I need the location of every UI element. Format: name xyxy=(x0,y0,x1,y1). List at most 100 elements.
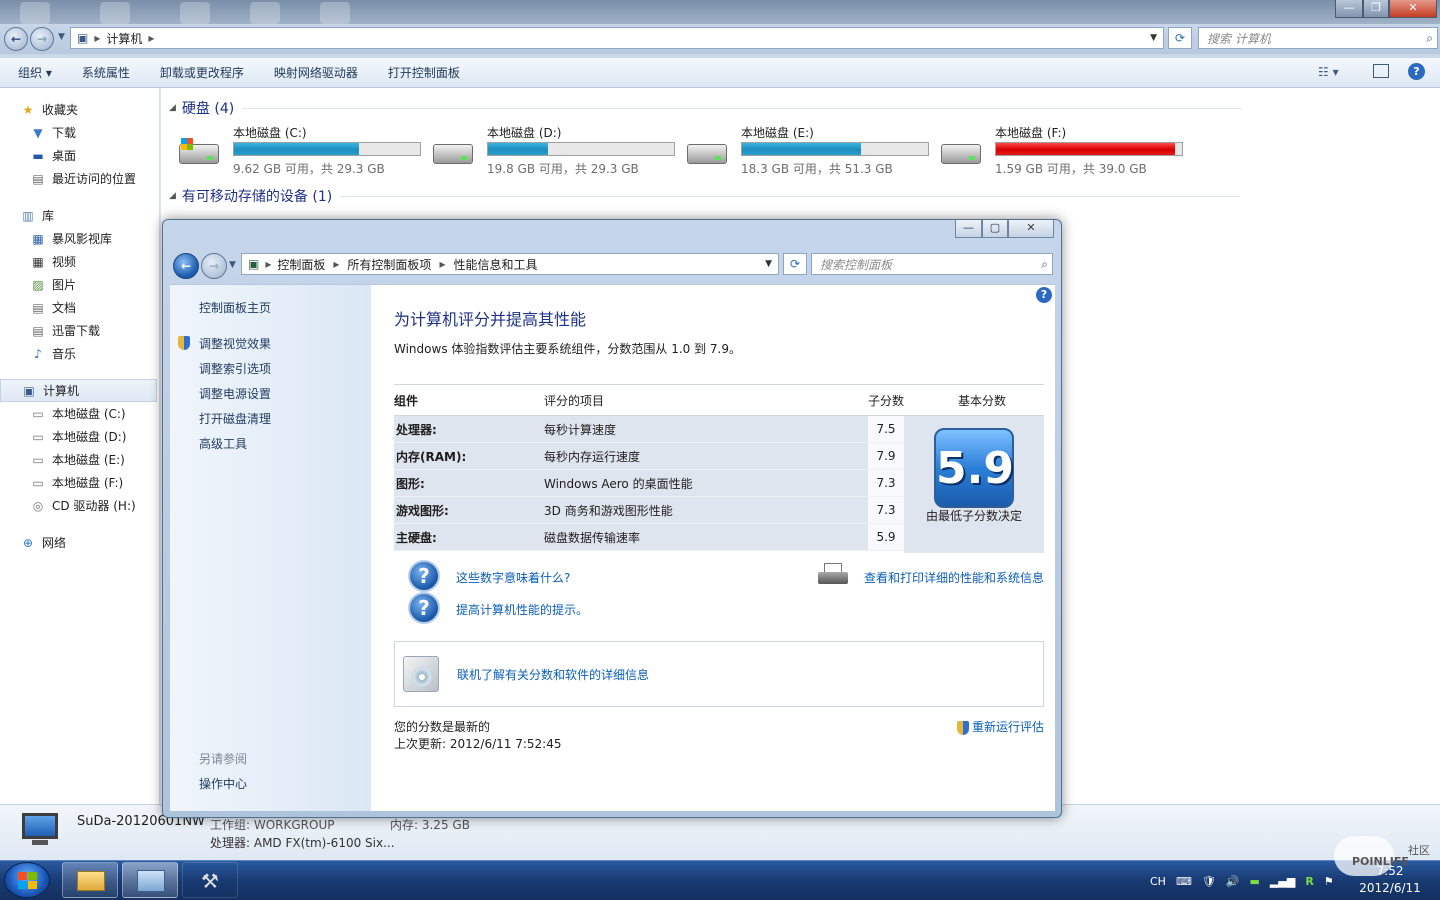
action-center-flag-icon[interactable]: ⚑ xyxy=(1324,875,1334,888)
taskbar-tool-button[interactable]: ⚒ xyxy=(182,862,238,898)
nav-drive-f[interactable]: ▭ 本地磁盘 (F:) xyxy=(0,471,159,494)
minimize-button[interactable]: — xyxy=(1335,0,1363,18)
action-center-link[interactable]: 操作中心 xyxy=(199,775,247,792)
print-details-link[interactable]: 查看和打印详细的性能和系统信息 xyxy=(864,569,1044,586)
cp-close-button[interactable]: ✕ xyxy=(1008,220,1054,238)
cp-forward-button[interactable]: → xyxy=(201,253,227,279)
keyboard-icon[interactable]: ⌨ xyxy=(1176,875,1192,888)
disk-cleanup-link[interactable]: 打开磁盘清理 xyxy=(199,410,271,427)
recent-pages-dropdown[interactable]: ▼ xyxy=(58,32,65,42)
organize-menu[interactable]: 组织 ▾ xyxy=(18,64,52,81)
breadcrumb-separator-icon[interactable]: ▸ xyxy=(333,257,339,271)
back-button[interactable]: ← xyxy=(4,27,28,51)
refresh-button[interactable]: ⟳ xyxy=(1168,27,1192,49)
cp-address-bar[interactable]: ▣ ▸ 控制面板 ▸ 所有控制面板项 ▸ 性能信息和工具 ▼ xyxy=(241,253,779,275)
explorer-search-input[interactable]: 搜索 计算机 ⌕ xyxy=(1198,27,1438,49)
language-indicator[interactable]: CH xyxy=(1150,875,1166,888)
rerun-assessment-label[interactable]: 重新运行评估 xyxy=(972,720,1044,734)
volume-icon[interactable]: 🔊 xyxy=(1226,875,1240,888)
drive-tile[interactable]: 本地磁盘 (F:) 1.59 GB 可用，共 39.0 GB xyxy=(939,124,1189,180)
performance-tips-link[interactable]: 提高计算机性能的提示。 xyxy=(456,601,588,618)
help-icon[interactable]: ? xyxy=(1408,63,1425,80)
removable-group-header[interactable]: ◢ 有可移动存储的设备 (1) xyxy=(169,186,1269,206)
processor: 处理器: AMD FX(tm)-6100 Six... xyxy=(210,836,395,850)
system-properties-button[interactable]: 系统属性 xyxy=(82,64,130,81)
rerun-assessment-button[interactable]: 重新运行评估 xyxy=(957,718,1044,735)
help-icon[interactable]: ? xyxy=(1036,287,1052,303)
hard-disk-group-header[interactable]: ◢ 硬盘 (4) xyxy=(169,98,1269,118)
security-icon[interactable]: 🛡 xyxy=(1202,875,1216,888)
taskbar-explorer-button[interactable] xyxy=(62,862,118,898)
map-network-drive-button[interactable]: 映射网络驱动器 xyxy=(274,64,358,81)
drive-tile[interactable]: 本地磁盘 (D:) 19.8 GB 可用，共 29.3 GB xyxy=(431,124,681,180)
nav-network[interactable]: ⊕ 网络 xyxy=(0,531,159,554)
nav-documents[interactable]: ▤ 文档 xyxy=(0,296,159,319)
nav-storm-video-library[interactable]: ▦ 暴风影视库 xyxy=(0,227,159,250)
breadcrumb-computer[interactable]: 计算机 xyxy=(106,30,142,47)
clock-time: 7:52 xyxy=(1376,864,1404,878)
nav-videos[interactable]: ▦ 视频 xyxy=(0,250,159,273)
preview-pane-icon[interactable] xyxy=(1373,64,1389,78)
collapse-icon[interactable]: ◢ xyxy=(169,191,176,201)
clock[interactable]: 7:52 2012/6/11 xyxy=(1350,862,1430,898)
address-dropdown-icon[interactable]: ▼ xyxy=(1150,33,1157,43)
maximize-button[interactable]: ❐ xyxy=(1363,0,1389,18)
cp-search-input[interactable]: 搜索控制面板 ⌕ xyxy=(811,253,1053,275)
taskbar-control-panel-button[interactable] xyxy=(122,862,178,898)
nav-drive-e[interactable]: ▭ 本地磁盘 (E:) xyxy=(0,448,159,471)
nav-music[interactable]: ♪ 音乐 xyxy=(0,342,159,365)
control-panel-window[interactable]: — ▢ ✕ ← → ▼ ▣ ▸ 控制面板 ▸ 所有控制面板项 ▸ 性能信息和工具… xyxy=(162,219,1062,818)
cp-recent-dropdown[interactable]: ▼ xyxy=(229,260,236,270)
adjust-visual-effects-link[interactable]: 调整视觉效果 xyxy=(199,335,271,352)
nav-downloads[interactable]: ▼ 下载 xyxy=(0,121,159,144)
explorer-title-bar[interactable]: — ❐ ✕ xyxy=(0,0,1440,24)
nav-computer[interactable]: ▣ 计算机 xyxy=(0,379,157,402)
collapse-icon[interactable]: ◢ xyxy=(169,103,176,113)
address-bar[interactable]: ▣ ▸ 计算机 ▸ ▼ xyxy=(70,27,1164,49)
nav-pictures[interactable]: ▨ 图片 xyxy=(0,273,159,296)
app-r-icon[interactable]: R xyxy=(1305,875,1313,888)
open-control-panel-button[interactable]: 打开控制面板 xyxy=(388,64,460,81)
network-signal-icon[interactable]: ▂▄▆ xyxy=(1270,875,1295,888)
nav-favorites[interactable]: ★ 收藏夹 xyxy=(0,98,159,121)
desktop-icon-ghost xyxy=(180,2,210,24)
address-dropdown-icon[interactable]: ▼ xyxy=(765,259,772,269)
adjust-indexing-link[interactable]: 调整索引选项 xyxy=(199,360,271,377)
gpu-icon[interactable]: ▬ xyxy=(1250,875,1260,888)
breadcrumb-control-panel[interactable]: 控制面板 xyxy=(277,256,325,273)
printer-icon xyxy=(816,563,850,589)
close-button[interactable]: ✕ xyxy=(1389,0,1437,18)
search-icon[interactable]: ⌕ xyxy=(1041,257,1048,272)
rated-item: 3D 商务和游戏图形性能 xyxy=(544,503,673,518)
nav-drive-c[interactable]: ▭ 本地磁盘 (C:) xyxy=(0,402,159,425)
adjust-power-link[interactable]: 调整电源设置 xyxy=(199,385,271,402)
drive-tile[interactable]: 本地磁盘 (E:) 18.3 GB 可用，共 51.3 GB xyxy=(685,124,935,180)
nav-cd-drive-h[interactable]: ◎ CD 驱动器 (H:) xyxy=(0,494,159,517)
start-button[interactable] xyxy=(4,862,50,898)
cp-maximize-button[interactable]: ▢ xyxy=(982,220,1008,238)
nav-drive-d[interactable]: ▭ 本地磁盘 (D:) xyxy=(0,425,159,448)
view-options-icon[interactable]: ☷ ▾ xyxy=(1318,65,1339,79)
breadcrumb-chevron-icon[interactable]: ▸ xyxy=(148,31,154,45)
subscore: 7.3 xyxy=(868,470,904,496)
nav-thunder-downloads[interactable]: ▤ 迅雷下载 xyxy=(0,319,159,342)
uninstall-program-button[interactable]: 卸载或更改程序 xyxy=(160,64,244,81)
nav-desktop[interactable]: ▬ 桌面 xyxy=(0,144,159,167)
breadcrumb-separator-icon[interactable]: ▸ xyxy=(439,257,445,271)
rated-item: 每秒内存运行速度 xyxy=(544,449,641,464)
search-icon[interactable]: ⌕ xyxy=(1426,31,1433,46)
cp-back-button[interactable]: ← xyxy=(173,253,199,279)
cp-minimize-button[interactable]: — xyxy=(955,220,982,238)
advanced-tools-link[interactable]: 高级工具 xyxy=(199,435,247,452)
nav-libraries[interactable]: ▥ 库 xyxy=(0,204,159,227)
header-component: 组件 xyxy=(394,393,419,408)
online-scores-link[interactable]: 联机了解有关分数和软件的详细信息 xyxy=(457,666,649,683)
score-meaning-link[interactable]: 这些数字意味着什么? xyxy=(456,569,570,586)
cp-refresh-button[interactable]: ⟳ xyxy=(783,253,807,275)
forward-button[interactable]: → xyxy=(30,27,54,51)
breadcrumb-all-items[interactable]: 所有控制面板项 xyxy=(347,256,431,273)
breadcrumb-performance[interactable]: 性能信息和工具 xyxy=(453,256,537,273)
cp-home-link[interactable]: 控制面板主页 xyxy=(199,299,271,316)
nav-recent-places[interactable]: ▤ 最近访问的位置 xyxy=(0,167,159,190)
drive-tile[interactable]: 本地磁盘 (C:) 9.62 GB 可用，共 29.3 GB xyxy=(177,124,427,180)
